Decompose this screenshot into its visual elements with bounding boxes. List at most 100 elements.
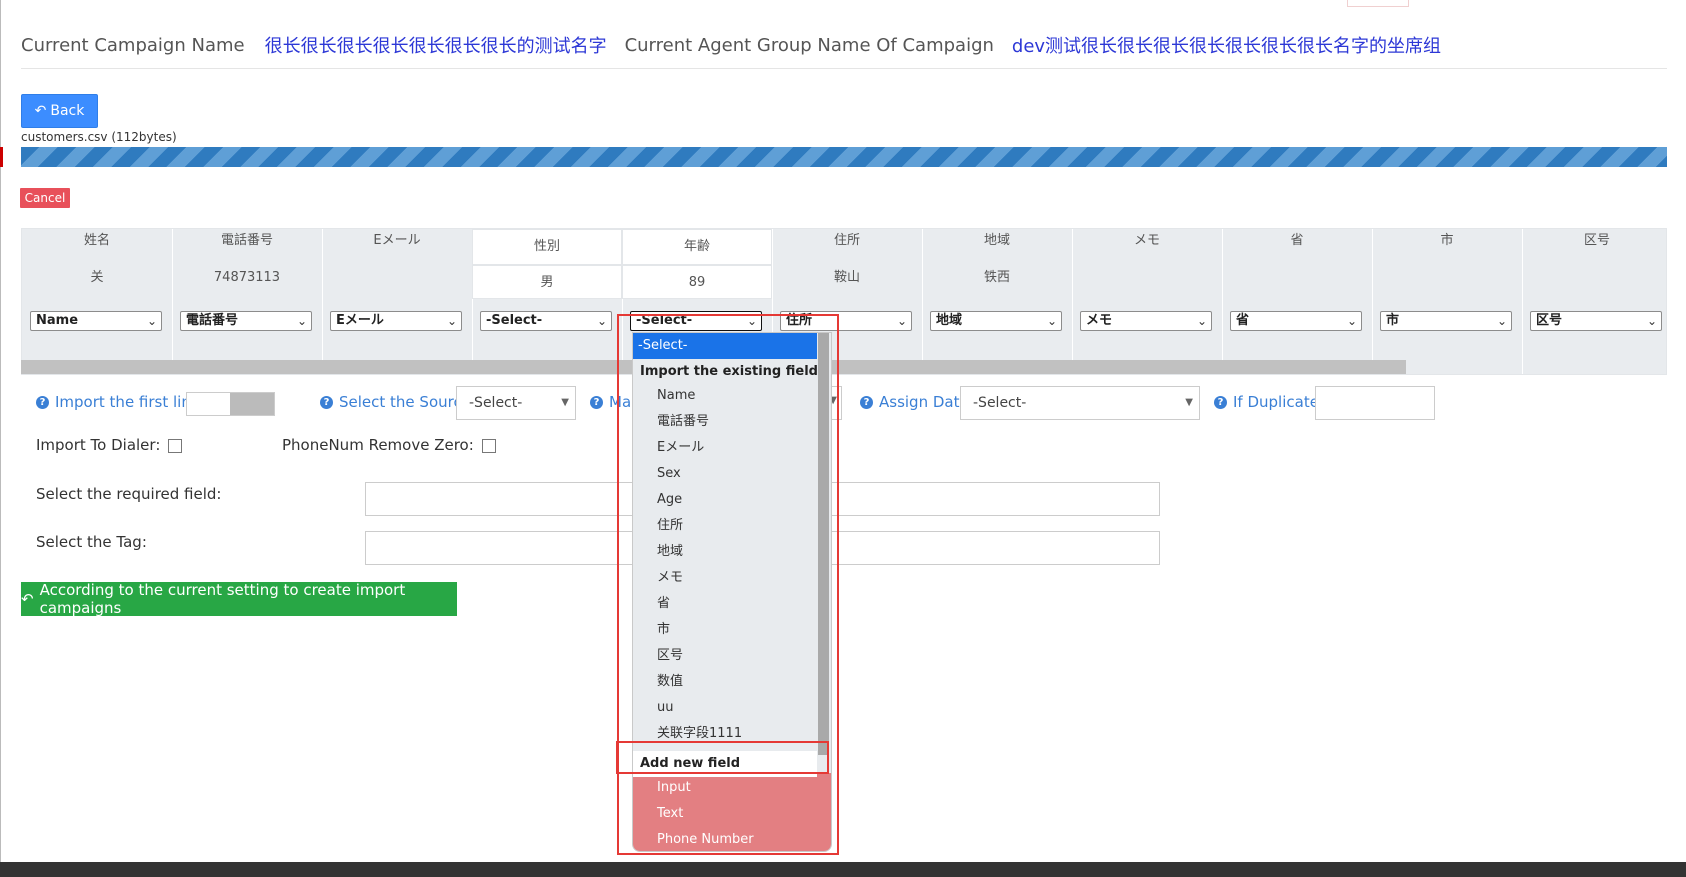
chevron-down-icon: ⌄ [1496,314,1507,328]
column-sample-value: 89 [622,265,772,299]
import-first-line-option: ? Import the first line: [36,385,205,419]
column-field-select[interactable]: 市 ⌄ [1380,311,1512,331]
create-button-label: According to the current setting to crea… [39,581,406,617]
column-header: メモ [1133,233,1160,248]
chevron-down-icon: ⌄ [1196,314,1207,328]
header-divider [21,68,1667,69]
field-mapping-table: 姓名关 Name ⌄ 電話番号 74873113 電話番号 ⌄ Eメール Eメール ⌄ 性別男 -Se… [21,228,1673,375]
column-sample-value: 鞍山 [833,270,860,285]
agent-group-label: Current Agent Group Name Of Campaign [624,34,994,56]
import-first-line-label: Import the first line: [55,393,206,411]
column-field-select[interactable]: Name ⌄ [30,311,162,331]
column-field-select-value: Eメール [336,313,384,328]
column-field-select[interactable]: 区号 ⌄ [1530,311,1662,331]
column-field-select-value: 省 [1236,313,1250,328]
column-field-select-value: 区号 [1536,313,1563,328]
table-column: 姓名关 Name ⌄ [22,229,173,374]
table-column: 電話番号 74873113 電話番号 ⌄ [172,229,323,374]
campaign-header: Current Campaign Name 很长很长很长很长很长很长很长的测试名… [21,28,1441,62]
column-sample-value: 关 [90,270,104,285]
question-circle-icon: ? [860,395,873,409]
phonenum-remove-zero-option: PhoneNum Remove Zero: [282,436,496,454]
table-column: Eメール Eメール ⌄ [322,229,473,374]
table-column: 区号 区号 ⌄ [1522,229,1673,374]
column-field-select-value: 市 [1386,313,1400,328]
import-to-dialer-label: Import To Dialer: [36,436,161,454]
page-left-border [0,0,1,862]
phonenum-remove-zero-checkbox[interactable] [481,438,496,453]
phonenum-remove-zero-label: PhoneNum Remove Zero: [282,436,474,454]
column-sample-value: 铁西 [983,270,1010,285]
column-sample-value [1222,265,1372,299]
upload-progress-bar [21,147,1667,167]
column-header: 姓名 [83,233,110,248]
import-to-dialer-option: Import To Dialer: [36,436,183,454]
question-circle-icon: ? [320,395,333,409]
column-header: 電話番号 [220,233,273,248]
column-field-select-value: Name [36,313,79,328]
column-field-select[interactable]: 地域 ⌄ [930,311,1062,331]
toggle-knob [230,393,274,415]
column-field-select-value: 地域 [936,313,963,328]
select-source-option: ? Select the Source: [320,385,476,419]
bottom-bar [0,862,1686,877]
campaign-name-value: 很长很长很长很长很长很长很长的测试名字 [264,36,607,57]
column-sample-value: 男 [472,265,622,299]
column-sample-value [322,265,472,299]
column-sample-value: 74873113 [213,270,281,285]
chevron-down-icon: ⌄ [896,314,907,328]
column-header: 区号 [1583,233,1610,248]
chevron-down-icon: ⌄ [1346,314,1357,328]
column-sample-value [1072,265,1222,299]
if-duplicate-dropdown[interactable] [1315,386,1435,420]
column-field-select-value: メモ [1086,313,1113,328]
column-header: Eメール [373,233,421,248]
column-field-select-value: 電話番号 [186,313,239,328]
agent-group-value: dev测试很长很长很长很长很长很长很长名字的坐席组 [1011,36,1442,57]
top-decoration [1347,0,1409,7]
back-button[interactable]: ↶ Back [21,94,98,128]
question-circle-icon: ? [590,395,603,409]
column-field-select[interactable]: 省 ⌄ [1230,311,1362,331]
column-field-select[interactable]: -Select- ⌄ [480,311,612,331]
import-to-dialer-checkbox[interactable] [168,438,183,453]
chevron-down-icon: ⌄ [296,314,307,328]
table-column: 省省 ⌄ [1222,229,1373,374]
chevron-down-icon: ⌄ [446,314,457,328]
assign-data-value: -Select- [973,395,1027,411]
table-column: 性別男 -Select- ⌄ [472,229,623,374]
column-header: 性別 [472,229,622,265]
chevron-down-icon: ⌄ [1046,314,1057,328]
question-circle-icon: ? [36,395,49,409]
if-duplicate-option: ? If Duplicate: [1214,385,1324,419]
table-column: 市市 ⌄ [1372,229,1523,374]
select-source-dropdown[interactable]: -Select- ▼ [456,386,576,420]
required-field-label: Select the required field: [36,485,222,503]
create-import-campaigns-button[interactable]: ↶ According to the current setting to cr… [21,581,457,617]
column-field-select[interactable]: Eメール ⌄ [330,311,462,331]
column-header: 市 [1440,233,1454,248]
cancel-button[interactable]: Cancel [20,188,70,208]
reply-icon: ↶ [21,590,34,608]
question-circle-icon: ? [1214,395,1227,409]
import-first-line-toggle[interactable] [186,392,275,416]
select-source-value: -Select- [469,395,523,411]
column-sample-value [1372,265,1522,299]
column-header: 省 [1290,233,1304,248]
table-column: メモ メモ ⌄ [1072,229,1223,374]
column-field-select[interactable]: メモ ⌄ [1080,311,1212,331]
column-field-select-value: -Select- [486,313,543,328]
column-field-select[interactable]: 電話番号 ⌄ [180,311,312,331]
chevron-down-icon: ⌄ [146,314,157,328]
column-header: 地域 [983,233,1010,248]
chevron-down-icon: ⌄ [1646,314,1657,328]
back-button-label: Back [50,103,85,119]
column-header: 年齢 [622,229,772,265]
table-column: 地域 铁西 地域 ⌄ [922,229,1073,374]
annotation-add-new-field-highlight [616,741,829,774]
upload-filename: customers.csv (112bytes) [21,130,177,144]
column-sample-value [1522,265,1672,299]
assign-data-dropdown[interactable]: -Select- ▼ [960,386,1200,420]
progress-left-marker [0,147,3,167]
select-tag-label: Select the Tag: [36,533,147,551]
